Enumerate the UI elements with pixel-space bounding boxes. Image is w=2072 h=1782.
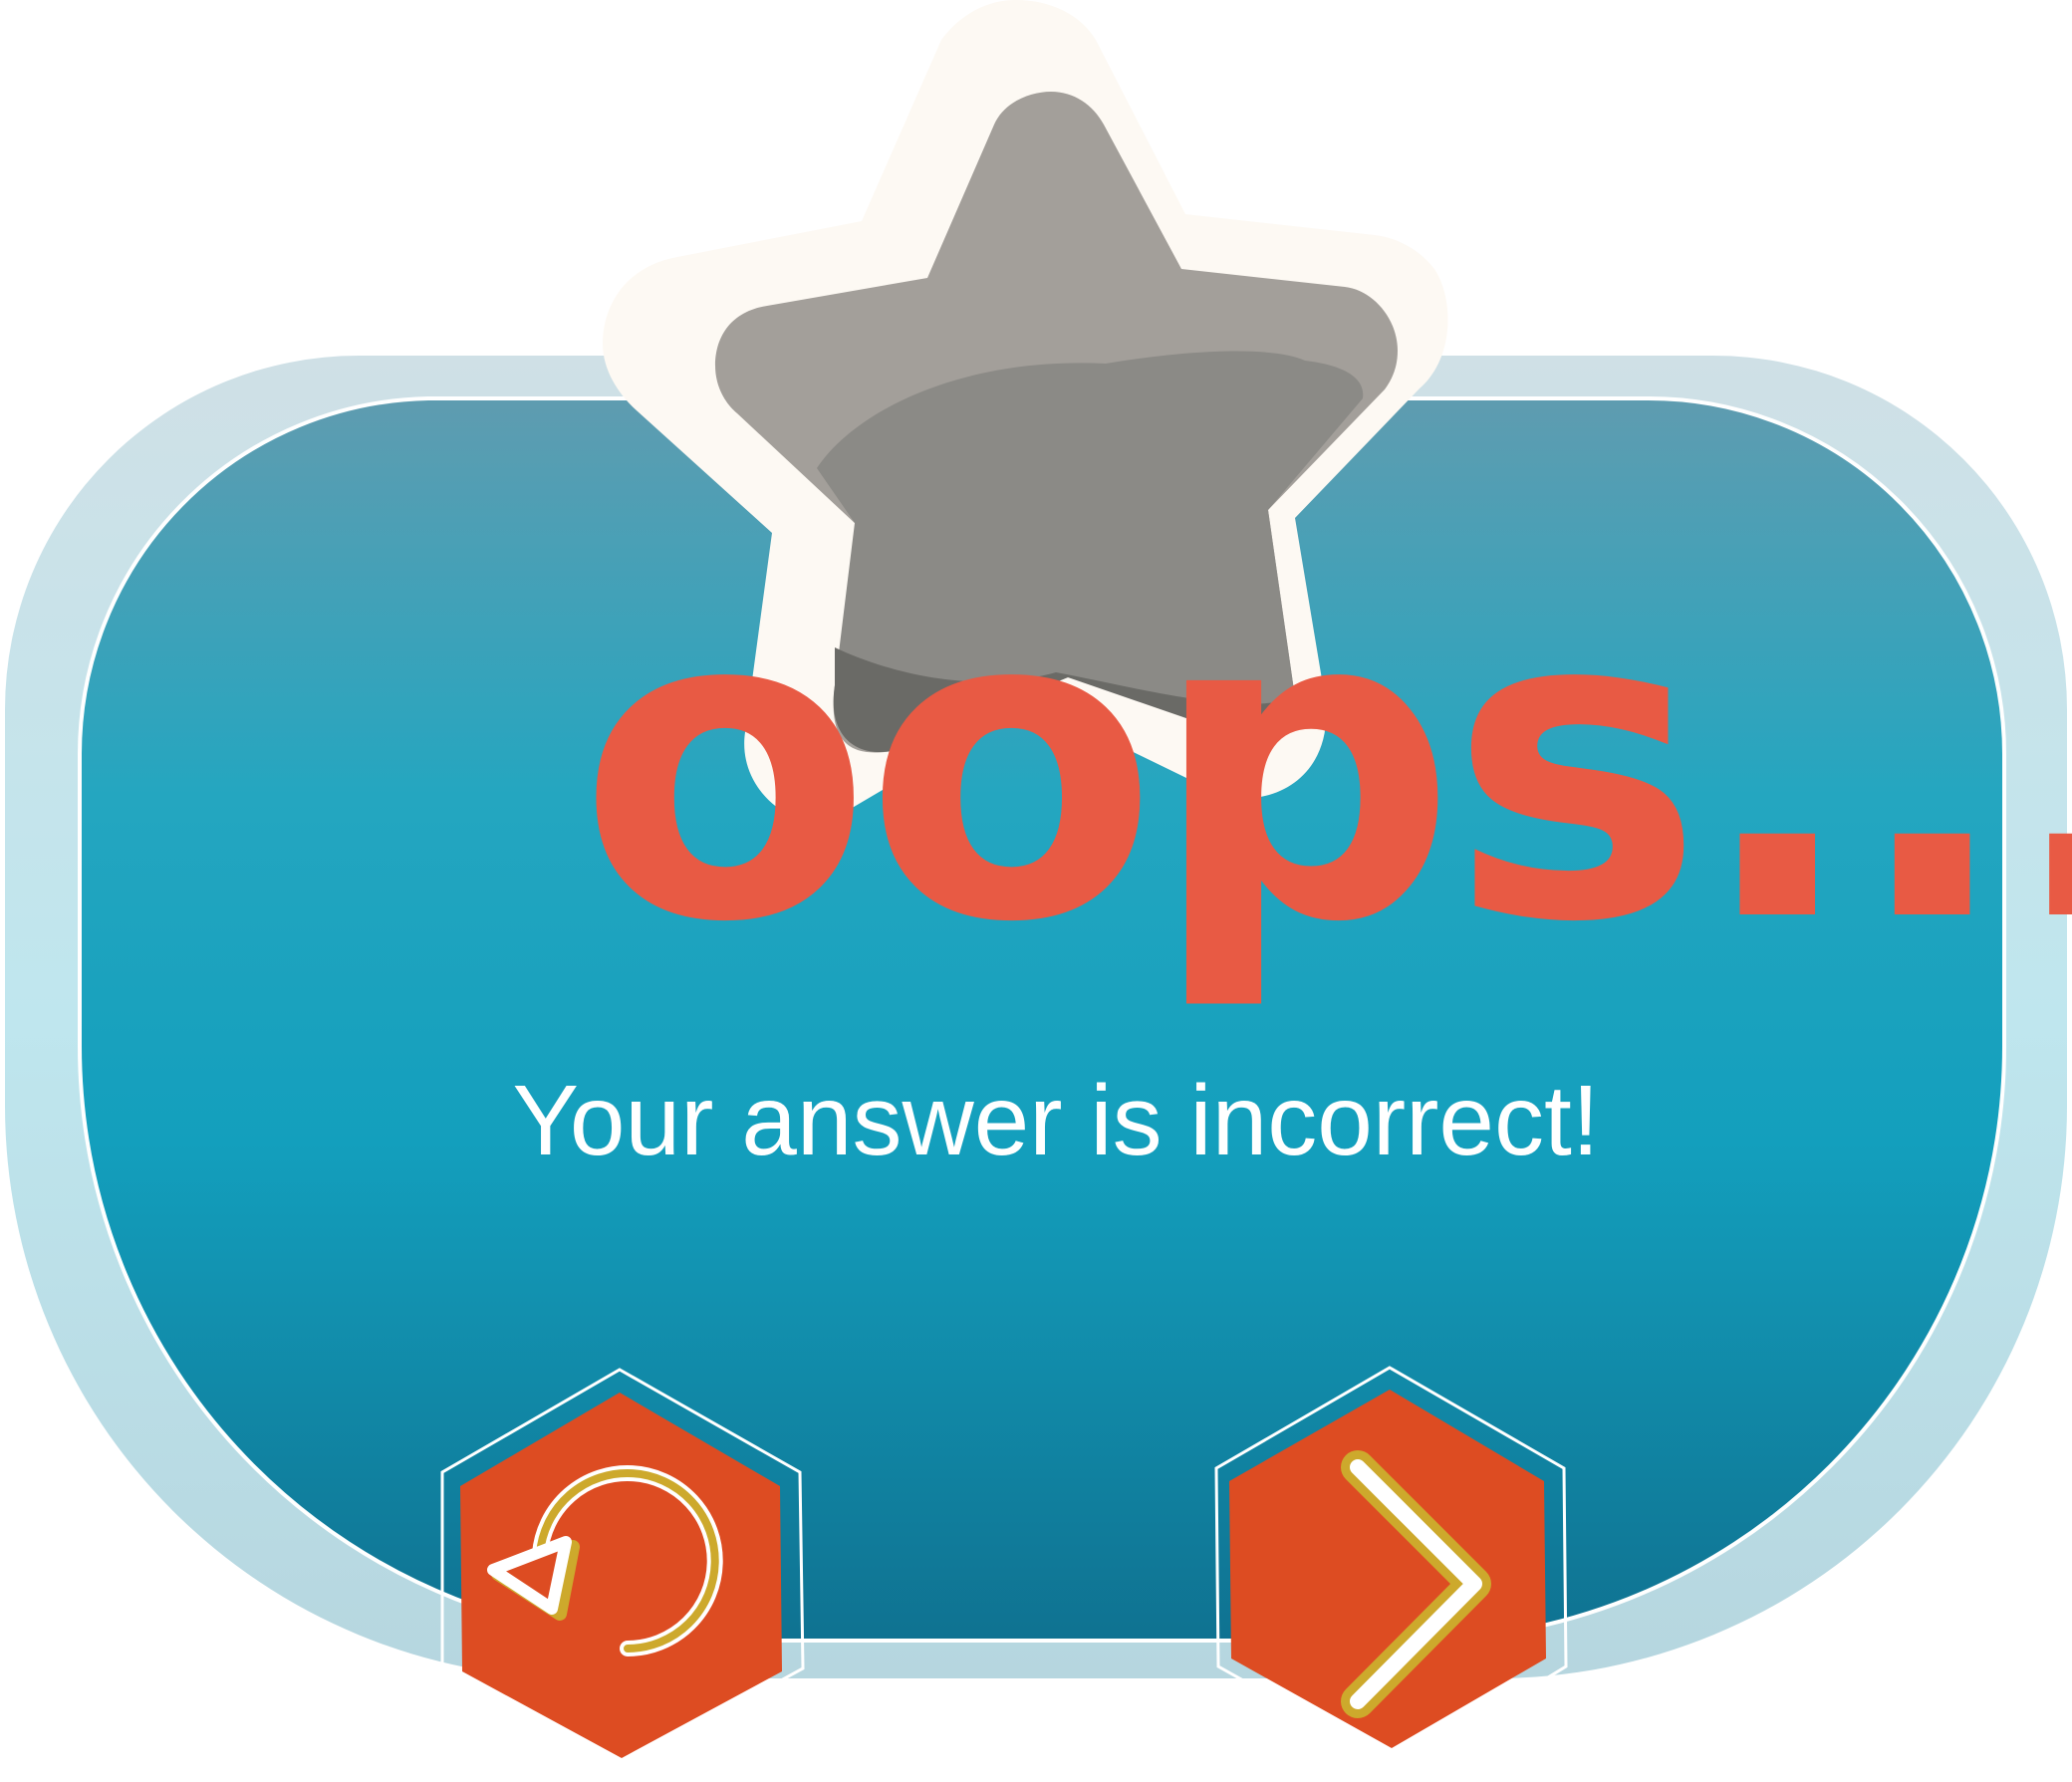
result-dialog: oops... Your answer is incorrect! — [0, 0, 2072, 1782]
chevron-right-icon — [1214, 1366, 1568, 1763]
next-button[interactable] — [1210, 1365, 1579, 1763]
retry-icon — [440, 1368, 805, 1763]
retry-button[interactable] — [438, 1365, 807, 1763]
result-message: Your answer is incorrect! — [512, 1065, 1600, 1176]
dialog-title: oops... — [578, 518, 2072, 1016]
